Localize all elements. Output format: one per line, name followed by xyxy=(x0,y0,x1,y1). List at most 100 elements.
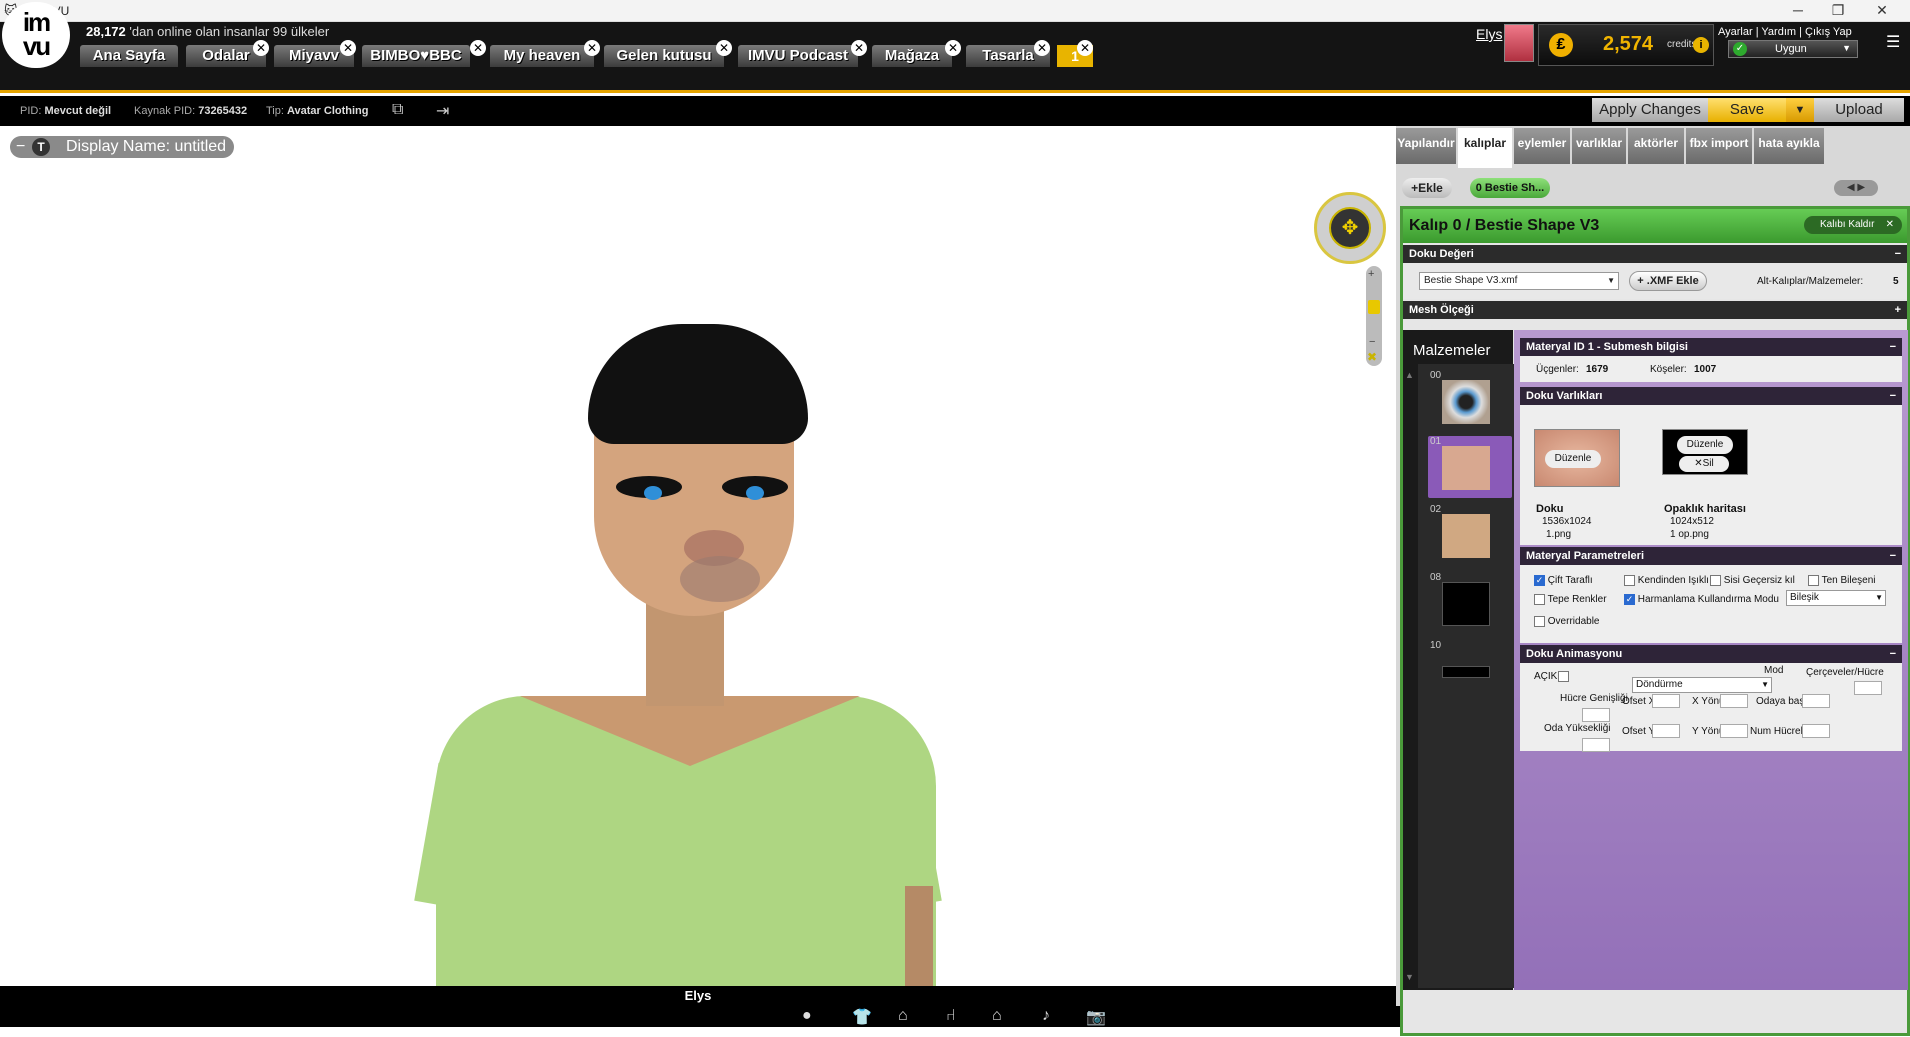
num-cells-input[interactable] xyxy=(1802,724,1830,738)
close-icon[interactable]: ✕ xyxy=(1862,2,1902,19)
anim-mode-select[interactable]: Döndürme ▼ xyxy=(1632,677,1772,693)
zoom-slider[interactable]: + − ✖ xyxy=(1366,266,1382,366)
tab-close-icon[interactable]: ✕ xyxy=(1034,40,1050,56)
restore-icon[interactable]: ❐ xyxy=(1818,2,1858,19)
overridable-checkbox[interactable] xyxy=(1534,616,1545,627)
remove-mesh-button[interactable]: Kalıbı Kaldır ✕ xyxy=(1804,216,1902,234)
material-item-08[interactable]: 08 xyxy=(1428,572,1512,634)
vertex-colors-option[interactable]: Tepe Renkler xyxy=(1534,594,1607,605)
tab-magaza[interactable]: Mağaza xyxy=(872,45,952,67)
vertex-colors-checkbox[interactable] xyxy=(1534,594,1545,605)
camera-nav-control[interactable]: ✥ xyxy=(1314,192,1386,264)
start-room-input[interactable] xyxy=(1802,694,1830,708)
tab-close-icon[interactable]: ✕ xyxy=(945,40,961,56)
header-links[interactable]: Ayarlar | Yardım | Çıkış Yap xyxy=(1718,26,1852,38)
user-avatar[interactable] xyxy=(1504,24,1534,62)
room-height-input[interactable] xyxy=(1582,738,1610,752)
collapse-icon[interactable]: − xyxy=(16,136,25,158)
tab-my-heaven[interactable]: My heaven xyxy=(490,45,594,67)
mesh-scroll-arrows[interactable]: ◀ ▶ xyxy=(1834,180,1878,196)
collapse-icon[interactable]: − xyxy=(1895,245,1901,263)
menu-icon[interactable]: ☰ xyxy=(1886,32,1900,52)
skin-option[interactable]: Ten Bileşeni xyxy=(1808,575,1876,586)
tab-close-icon[interactable]: ✕ xyxy=(470,40,486,56)
tab-fbx-import[interactable]: fbx import xyxy=(1686,128,1752,164)
blend-mode-checkbox[interactable]: ✓ xyxy=(1624,594,1635,605)
3d-viewport[interactable]: − T Display Name: untitled ✥ + − ✖ xyxy=(0,126,1396,986)
tab-bimbo-bbc[interactable]: BIMBO♥BBC xyxy=(362,45,470,67)
fog-off-checkbox[interactable] xyxy=(1710,575,1721,586)
info-icon[interactable]: i xyxy=(1693,37,1709,53)
display-name-pill[interactable]: − T Display Name: untitled xyxy=(10,136,234,158)
mesh-scale-header[interactable]: Mesh Ölçeği + xyxy=(1403,301,1907,319)
tab-close-icon[interactable]: ✕ xyxy=(253,40,269,56)
chevron-right-icon[interactable]: ▶ xyxy=(1857,182,1865,193)
windows-icon[interactable]: ⧉ xyxy=(392,101,403,119)
zoom-out-icon[interactable]: − xyxy=(1369,336,1375,348)
texture-value-header[interactable]: Doku Değeri − xyxy=(1403,245,1907,263)
tab-close-icon[interactable]: ✕ xyxy=(1077,40,1093,56)
opacity-delete-button[interactable]: ✕Sil xyxy=(1679,456,1729,472)
chevron-left-icon[interactable]: ◀ xyxy=(1847,182,1855,193)
frames-per-cell-input[interactable] xyxy=(1854,681,1882,695)
add-mesh-button[interactable]: +Ekle xyxy=(1402,178,1452,198)
scroll-down-icon[interactable]: ▼ xyxy=(1405,972,1414,982)
save-button[interactable]: Save xyxy=(1708,98,1786,122)
xmf-add-button[interactable]: + .XMF Ekle xyxy=(1629,271,1707,291)
self-lit-checkbox[interactable] xyxy=(1624,575,1635,586)
tab-ana-sayfa[interactable]: Ana Sayfa xyxy=(80,45,178,67)
opacity-edit-button[interactable]: Düzenle xyxy=(1677,436,1733,454)
collapse-icon[interactable]: − xyxy=(1890,645,1896,663)
tab-gelen-kutusu[interactable]: Gelen kutusu xyxy=(604,45,724,67)
collapse-icon[interactable]: − xyxy=(1890,387,1896,405)
double-sided-option[interactable]: ✓ Çift Taraflı xyxy=(1534,575,1593,586)
apply-changes-button[interactable]: Apply Changes xyxy=(1592,98,1708,122)
opacity-thumbnail[interactable]: Düzenle ✕Sil xyxy=(1662,429,1748,475)
tab-hata-ayikla[interactable]: hata ayıkla xyxy=(1754,128,1824,164)
texture-assets-header[interactable]: Doku Varlıkları − xyxy=(1520,387,1902,405)
shirt-icon[interactable]: 👕 xyxy=(852,1007,872,1027)
texture-thumbnail[interactable]: Düzenle xyxy=(1534,429,1620,487)
credits-box[interactable]: ₤ 2,574 credits i xyxy=(1538,24,1714,66)
material-params-header[interactable]: Materyal Parametreleri − xyxy=(1520,547,1902,565)
chair-icon[interactable]: ⑁ xyxy=(946,1007,956,1025)
xmf-file-select[interactable]: Bestie Shape V3.xmf ▼ xyxy=(1419,272,1619,290)
chat-icon[interactable]: ● xyxy=(802,1007,812,1025)
collapse-icon[interactable]: − xyxy=(1890,547,1896,565)
status-dropdown[interactable]: ✓ Uygun ▼ xyxy=(1728,40,1858,58)
fog-off-option[interactable]: Sisi Geçersiz kıl xyxy=(1710,575,1795,586)
reset-view-icon[interactable]: ✖ xyxy=(1367,350,1377,364)
blend-mode-option[interactable]: ✓ Harmanlama Kullandırma Modu xyxy=(1624,594,1779,605)
tab-varliklar[interactable]: varlıklar xyxy=(1572,128,1626,164)
move-arrows-icon[interactable]: ✥ xyxy=(1329,207,1371,249)
tab-yapilandir[interactable]: Yapılandır xyxy=(1396,128,1456,164)
minimize-icon[interactable]: ─ xyxy=(1778,2,1818,18)
tab-kaliplar[interactable]: kalıplar xyxy=(1458,128,1512,168)
upload-button[interactable]: Upload xyxy=(1814,98,1904,122)
material-item-02[interactable]: 02 xyxy=(1428,504,1512,566)
tab-close-icon[interactable]: ✕ xyxy=(340,40,356,56)
anim-open-checkbox[interactable] xyxy=(1558,671,1569,682)
offset-x-input[interactable] xyxy=(1652,694,1680,708)
tab-close-icon[interactable]: ✕ xyxy=(716,40,732,56)
collapse-icon[interactable]: − xyxy=(1890,338,1896,356)
scroll-up-icon[interactable]: ▲ xyxy=(1405,370,1414,380)
material-item-00[interactable]: 00 xyxy=(1428,370,1512,432)
double-sided-checkbox[interactable]: ✓ xyxy=(1534,575,1545,586)
offset-y-input[interactable] xyxy=(1652,724,1680,738)
camera-icon[interactable]: 📷 xyxy=(1086,1007,1106,1027)
save-dropdown-button[interactable]: ▼ xyxy=(1786,98,1814,122)
tab-eylemler[interactable]: eylemler xyxy=(1514,128,1570,164)
imvu-logo[interactable]: im vu xyxy=(2,2,70,68)
zoom-handle[interactable] xyxy=(1368,300,1380,314)
folder-icon[interactable]: ⇥ xyxy=(436,101,449,121)
self-lit-option[interactable]: Kendinden Işıklı xyxy=(1624,575,1709,586)
home-icon[interactable]: ⌂ xyxy=(992,1007,1002,1025)
y-dir-input[interactable] xyxy=(1720,724,1748,738)
zoom-in-icon[interactable]: + xyxy=(1368,268,1374,280)
music-icon[interactable]: ♪ xyxy=(1042,1007,1050,1025)
expand-icon[interactable]: + xyxy=(1895,301,1901,319)
texture-anim-header[interactable]: Doku Animasyonu − xyxy=(1520,645,1902,663)
tab-close-icon[interactable]: ✕ xyxy=(851,40,867,56)
x-dir-input[interactable] xyxy=(1720,694,1748,708)
